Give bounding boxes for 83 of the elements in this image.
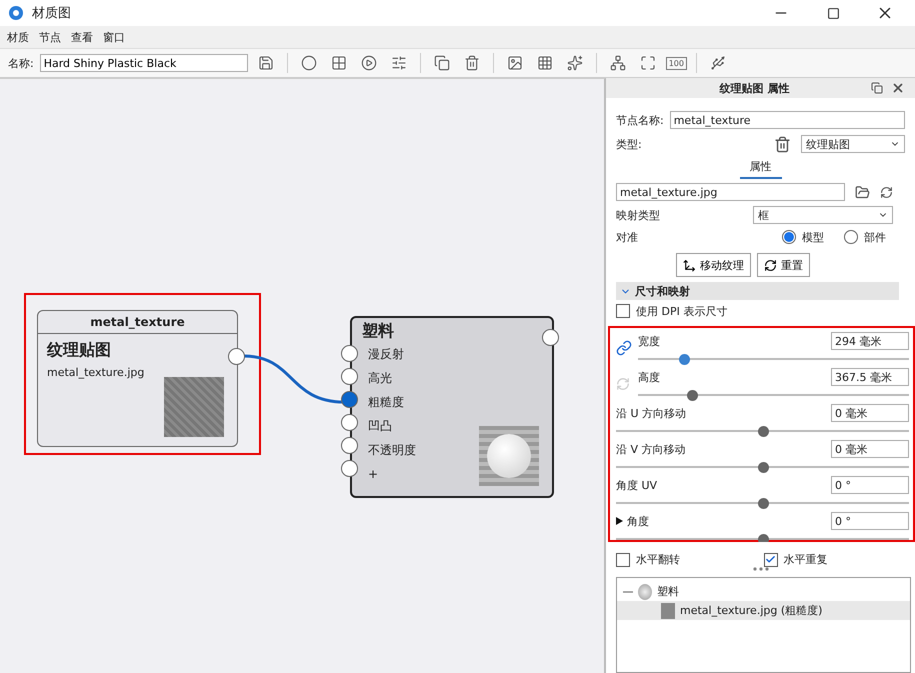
slider-label: 高度	[638, 370, 661, 384]
mapping-select[interactable]: 框	[753, 206, 893, 224]
node-name-label: 节点名称:	[616, 112, 664, 128]
properties-tab[interactable]: 属性	[740, 157, 782, 179]
menu-item[interactable]: 查看	[66, 30, 98, 44]
link-icon[interactable]	[616, 340, 632, 356]
axes-icon	[683, 258, 696, 272]
radio-button[interactable]	[844, 230, 858, 244]
texture-node[interactable]: metal_texture 纹理贴图 metal_texture.jpg	[37, 310, 238, 447]
input-port[interactable]	[341, 414, 358, 431]
output-port[interactable]	[228, 348, 245, 365]
input-label: 漫反射	[368, 346, 404, 362]
refresh-icon	[764, 258, 777, 272]
slider-label: 沿 U 方向移动	[616, 406, 688, 420]
app-logo-icon	[8, 5, 24, 21]
slider-thumb[interactable]	[679, 354, 690, 364]
input-port[interactable]	[341, 345, 358, 362]
node-title: 塑料	[362, 321, 395, 342]
texture-thumbnail-icon	[661, 602, 675, 618]
value-field[interactable]: 294 毫米	[831, 332, 909, 350]
slider-thumb[interactable]	[758, 498, 768, 508]
slider-thumb[interactable]	[687, 390, 698, 400]
slider-label: 角度 UV	[616, 478, 658, 492]
node-title: metal_texture	[38, 311, 237, 334]
slider-thumb[interactable]	[758, 426, 768, 436]
input-label: 不透明度	[368, 442, 416, 458]
drag-handle-icon[interactable]	[752, 567, 768, 571]
sphere-thumbnail-icon	[638, 584, 652, 600]
checkbox-option[interactable]: 水平翻转	[616, 552, 758, 567]
refresh-icon[interactable]	[880, 186, 893, 198]
input-port[interactable]	[341, 460, 358, 477]
checkbox[interactable]	[616, 552, 630, 566]
slider-label: 角度	[616, 514, 831, 528]
value-field[interactable]: 0 °	[831, 476, 909, 494]
value-field[interactable]: 0 °	[831, 512, 909, 530]
tree-item[interactable]: 塑料	[617, 582, 910, 601]
check-icon	[765, 554, 776, 565]
slider-thumb[interactable]	[758, 534, 768, 542]
input-label: +	[368, 467, 378, 481]
mapping-label: 映射类型	[616, 208, 661, 222]
move-texture-button[interactable]: 移动纹理	[676, 253, 751, 277]
menu-item[interactable]: 窗口	[98, 30, 130, 44]
slider-thumb[interactable]	[758, 462, 768, 472]
panel-title: 纹理贴图 属性	[718, 80, 790, 96]
input-port[interactable]	[341, 391, 358, 408]
value-field[interactable]: 0 毫米	[831, 404, 909, 422]
checkbox-option[interactable]: 水平重复	[764, 552, 905, 567]
input-label: 粗糙度	[368, 394, 404, 410]
menu-item[interactable]: 节点	[34, 30, 66, 44]
node-name-field[interactable]: metal_texture	[670, 111, 905, 129]
expand-triangle-icon[interactable]	[616, 517, 623, 525]
radio-button[interactable]	[782, 230, 796, 244]
radio-option[interactable]: 部件	[844, 230, 886, 244]
section-header[interactable]: 尺寸和映射	[616, 282, 899, 300]
input-label: 凹凸	[368, 418, 392, 434]
slider-label: 宽度	[638, 334, 661, 348]
input-label: 高光	[368, 370, 392, 386]
node-type: 纹理贴图	[47, 340, 112, 361]
slider-label: 沿 V 方向移动	[616, 442, 687, 456]
input-port[interactable]	[341, 368, 358, 385]
menu-item[interactable]: 材质	[2, 30, 34, 44]
zoom-100-button[interactable]: 100	[666, 56, 687, 70]
window-title: 材质图	[32, 5, 72, 22]
align-label: 对准	[616, 230, 639, 244]
type-label: 类型:	[616, 136, 643, 152]
file-field[interactable]: metal_texture.jpg	[616, 183, 845, 201]
value-field[interactable]: 0 毫米	[831, 440, 909, 458]
name-label: 名称:	[8, 56, 34, 70]
checkbox[interactable]	[616, 304, 630, 318]
output-port[interactable]	[542, 329, 559, 346]
type-select[interactable]: 纹理贴图	[801, 135, 905, 153]
dpi-label: 使用 DPI 表示尺寸	[636, 304, 728, 318]
radio-option[interactable]: 模型	[782, 230, 824, 244]
checkbox[interactable]	[764, 552, 778, 566]
texture-thumbnail	[164, 377, 224, 437]
value-field[interactable]: 367.5 毫米	[831, 368, 909, 386]
material-preview	[479, 426, 539, 486]
file-name: metal_texture.jpg	[47, 366, 146, 379]
reset-button[interactable]: 重置	[757, 253, 810, 277]
input-port[interactable]	[341, 437, 358, 454]
tree-item[interactable]: metal_texture.jpg (粗糙度)	[617, 601, 910, 620]
name-field[interactable]: Hard Shiny Plastic Black	[40, 54, 248, 72]
material-node[interactable]: 塑料 漫反射 高光 粗糙度 凹凸 不透明度 +	[350, 316, 554, 498]
